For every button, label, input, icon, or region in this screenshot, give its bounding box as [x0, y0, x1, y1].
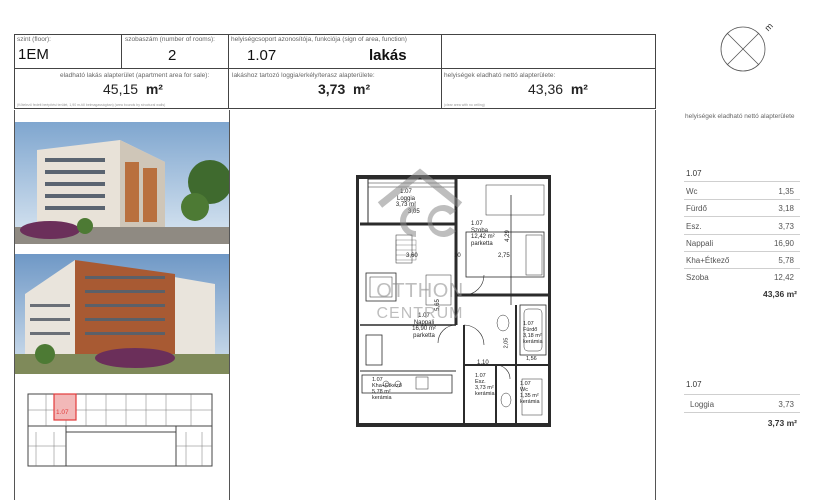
total-net-area: 43,36 m² [762, 289, 797, 299]
floor-label: szint (floor): [17, 36, 51, 43]
id-label: helyiségcsoport azonosítója, funkciója (… [231, 36, 407, 43]
group1-id: 1.07 [686, 169, 702, 178]
loggia-value: 3,73 m² [318, 81, 371, 97]
room-esz: 1.07 Esz. 3,73 m² kerámia [475, 373, 495, 398]
loggia-label: lakáshoz tartozó loggia/erkély/terasz al… [232, 72, 375, 79]
otthon-centrum-logo-icon [377, 168, 463, 237]
floor-value: 1EM [18, 46, 49, 63]
rooms-label: szobaszám (number of rooms): [125, 36, 215, 43]
key-plan: 1.07 [26, 392, 214, 470]
dim-misc-2: 2,05 [503, 337, 510, 349]
room-kha: 1.07 Kha+Étkező 5,78 m² kerámia [372, 377, 402, 402]
dim-esz: 1,10 [477, 360, 489, 366]
room-wc: 1.07 Wc 1,35 m² kerámia [520, 381, 540, 406]
dim-szoba: 4,29 [504, 230, 511, 242]
rooms-value: 2 [168, 47, 177, 64]
room-szoba: 1.07 Szoba 12,42 m² parketta [471, 221, 495, 247]
id-value: 1.07 [247, 47, 277, 64]
group2-id: 1.07 [686, 380, 702, 389]
net-fine-print: (clear area with no ceiling) [444, 103, 485, 107]
room-furdo: 1.07 Fürdő 3,18 m² kerámia [523, 321, 543, 346]
dim-szoba-2: 2,75 [498, 253, 510, 259]
building-render-2 [15, 254, 229, 374]
total-loggia-area: 3,73 m² [767, 418, 797, 428]
room-list: Wc 1,35 Fürdő 3,18 Esz. 3,73 Nappali 16,90 K… [684, 181, 800, 291]
watermark-line1: OTTHON [376, 280, 464, 302]
building-render-1 [15, 122, 229, 244]
right-panel-title: helyiségek eladható nettó alapterülete [685, 113, 795, 120]
area-fine-print: (Kötelező fedett beépítési terület, 1,90… [17, 103, 166, 107]
net-label: helyiségek eladható nettó alapterülete: [444, 72, 556, 79]
dim-furdo: 1,56 [526, 356, 537, 362]
function-value: lakás [369, 47, 407, 64]
key-plan-highlight-label: 1.07 [56, 409, 69, 416]
otthon-centrum-watermark: OTTHON CENTRUM [370, 165, 470, 335]
watermark-line2: CENTRUM [376, 305, 464, 322]
area-label: eladható lakás alapterület (apartment ar… [60, 72, 210, 79]
area-value: 45,15 m² [103, 81, 163, 97]
loggia-list: Loggia 3,73 [684, 394, 800, 414]
net-value: 43,36 m² [528, 81, 588, 97]
